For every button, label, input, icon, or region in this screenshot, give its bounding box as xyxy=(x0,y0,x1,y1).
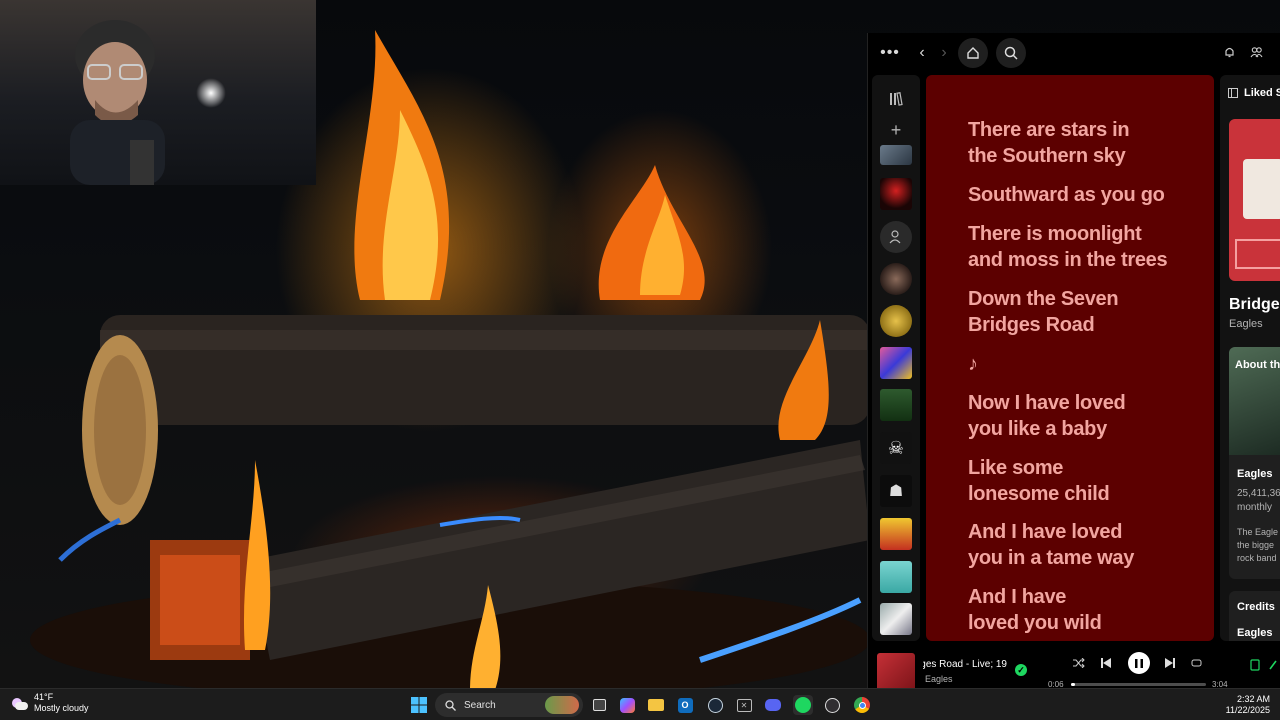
library-item-thumb[interactable] xyxy=(880,561,912,593)
monthly-listeners: 25,411,36 monthly xyxy=(1237,488,1280,513)
progress-fill xyxy=(1071,683,1076,686)
library-item-thumb[interactable] xyxy=(880,263,912,295)
library-item-thumb[interactable]: ☗ xyxy=(880,475,912,507)
discord-icon[interactable] xyxy=(763,695,783,715)
spotify-window: ••• ‹ › + ☠ ☗ There are stars in the Sou… xyxy=(867,33,1280,691)
library-item-thumb[interactable] xyxy=(880,145,912,165)
spotify-top-bar: ••• ‹ › xyxy=(868,33,1280,73)
cloudy-weather-icon xyxy=(10,694,28,712)
song-title[interactable]: Bridge xyxy=(1229,296,1280,314)
credits-label: Credits xyxy=(1237,601,1275,613)
search-icon xyxy=(1004,46,1018,60)
now-playing-album-art[interactable] xyxy=(877,653,915,691)
lyric-line[interactable]: There are stars in the Southern sky xyxy=(968,117,1208,169)
weather-widget[interactable]: 41°F Mostly cloudy xyxy=(10,692,89,714)
clock-time: 2:32 AM xyxy=(1236,694,1270,704)
lyric-line[interactable]: Now I have loved you like a baby xyxy=(968,390,1208,442)
outlook-icon[interactable]: O xyxy=(675,695,695,715)
forward-arrow-icon[interactable]: › xyxy=(937,43,951,63)
library-sidebar: + ☠ ☗ xyxy=(872,75,920,641)
artist-description: The Eagle the bigge rock band xyxy=(1237,527,1279,563)
system-clock[interactable]: 2:32 AM 11/22/2025 xyxy=(1226,694,1270,716)
windows-start-icon[interactable] xyxy=(409,695,429,715)
lyric-line[interactable]: And I have loved you wild xyxy=(968,584,1208,636)
now-playing-artist[interactable]: Eagles xyxy=(925,674,953,684)
pause-icon xyxy=(1135,658,1143,668)
task-view-icon[interactable] xyxy=(589,695,609,715)
lyric-line[interactable]: Southward as you go xyxy=(968,182,1208,208)
lyric-line[interactable]: Like some lonesome child xyxy=(968,455,1208,507)
shuffle-icon[interactable] xyxy=(1073,658,1085,668)
lyric-line[interactable]: There is moonlight and moss in the trees xyxy=(968,221,1208,273)
lyric-line[interactable]: Down the Seven Bridges Road xyxy=(968,286,1208,338)
streamer-figure xyxy=(70,20,165,185)
clock-date: 11/22/2025 xyxy=(1225,705,1270,715)
album-art-figure xyxy=(1243,159,1280,219)
library-item-thumb[interactable] xyxy=(880,389,912,421)
previous-track-icon[interactable] xyxy=(1101,658,1111,668)
now-playing-view: Liked S Bridge Eagles About th Eagles 25… xyxy=(1220,75,1280,641)
library-item-thumb[interactable] xyxy=(880,305,912,337)
windows-taskbar: 41°F Mostly cloudy Search O ✕ 2:32 AM 11… xyxy=(0,688,1280,720)
search-highlight-icon xyxy=(545,696,579,714)
back-arrow-icon[interactable]: ‹ xyxy=(915,43,929,63)
library-icon[interactable] xyxy=(884,87,908,111)
mic-icon[interactable] xyxy=(1268,659,1278,671)
obs-icon[interactable] xyxy=(822,695,842,715)
lyric-line[interactable]: And I have loved you in a tame way xyxy=(968,519,1208,571)
home-button[interactable] xyxy=(958,38,988,68)
song-artist[interactable]: Eagles xyxy=(1229,318,1263,330)
chrome-icon[interactable] xyxy=(852,695,872,715)
search-label: Search xyxy=(464,699,496,711)
artist-placeholder-icon[interactable] xyxy=(880,221,912,253)
about-artist-card[interactable]: About th Eagles 25,411,36 monthly The Ea… xyxy=(1229,347,1280,579)
copilot-icon[interactable] xyxy=(617,695,637,715)
search-icon xyxy=(445,699,456,711)
friend-activity-icon[interactable] xyxy=(1249,45,1263,59)
notifications-bell-icon[interactable] xyxy=(1222,45,1236,59)
artist-name[interactable]: Eagles xyxy=(1237,468,1272,480)
lyrics-panel: There are stars in the Southern sky Sout… xyxy=(926,75,1214,641)
taskbar-search[interactable]: Search xyxy=(435,693,583,717)
lyric-line[interactable]: ♪ xyxy=(968,351,1208,377)
now-playing-title[interactable]: Seven Bridges Road - Live; 19 xyxy=(923,659,1007,670)
room-light xyxy=(196,78,226,108)
credits-name[interactable]: Eagles xyxy=(1237,627,1272,639)
panel-icon[interactable] xyxy=(1228,88,1238,98)
weather-condition: Mostly cloudy xyxy=(34,703,89,713)
next-track-icon[interactable] xyxy=(1165,658,1175,668)
repeat-icon[interactable] xyxy=(1191,658,1202,668)
library-item-thumb[interactable] xyxy=(880,178,912,210)
credits-card: Credits Eagles xyxy=(1229,591,1280,641)
menu-dots-icon[interactable]: ••• xyxy=(880,44,900,61)
webcam-overlay xyxy=(0,0,316,185)
steam-icon[interactable] xyxy=(705,695,725,715)
progress-bar[interactable] xyxy=(1071,683,1206,686)
xbox-icon[interactable]: ✕ xyxy=(734,695,754,715)
library-item-thumb[interactable] xyxy=(880,347,912,379)
album-art xyxy=(1229,119,1280,281)
home-icon xyxy=(967,47,979,59)
playlist-name: Liked S xyxy=(1244,87,1280,99)
spotify-taskbar-icon[interactable] xyxy=(793,695,813,715)
player-bar: Seven Bridges Road - Live; 19 Eagles ✓ 0… xyxy=(868,645,1280,691)
search-button[interactable] xyxy=(996,38,1026,68)
library-item-thumb[interactable] xyxy=(880,518,912,550)
pause-button[interactable] xyxy=(1128,652,1150,674)
now-playing-header: Liked S xyxy=(1228,87,1280,99)
file-explorer-icon[interactable] xyxy=(646,695,666,715)
saved-check-icon[interactable]: ✓ xyxy=(1015,664,1027,676)
library-item-thumb[interactable]: ☠ xyxy=(880,432,912,464)
about-label: About th xyxy=(1235,359,1280,371)
add-icon[interactable]: + xyxy=(884,118,908,142)
album-art-frame xyxy=(1235,239,1280,269)
library-item-thumb[interactable] xyxy=(880,603,912,635)
lyrics-active-icon[interactable] xyxy=(1250,659,1260,671)
temperature: 41°F xyxy=(34,692,54,702)
